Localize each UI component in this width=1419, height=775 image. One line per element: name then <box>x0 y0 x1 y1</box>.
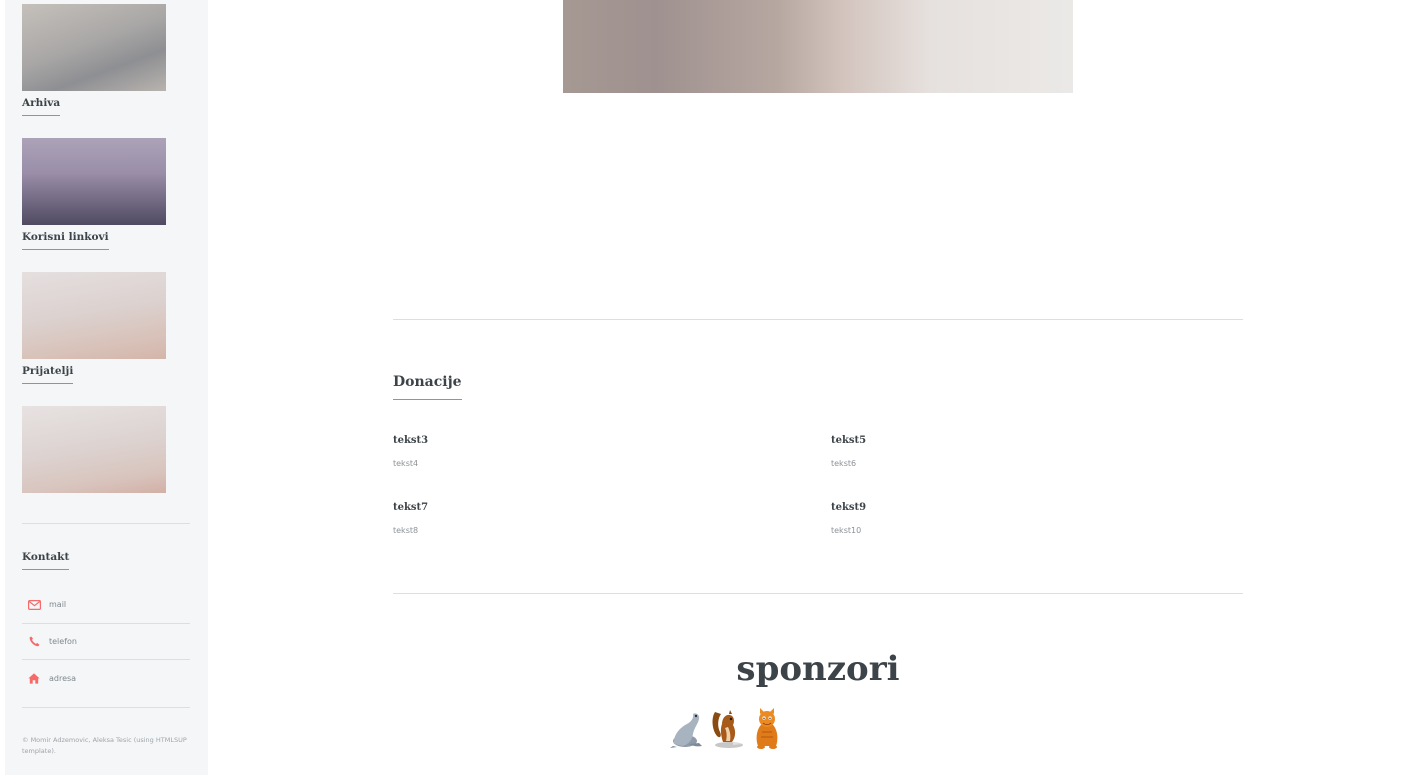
feature-title: tekst5 <box>831 435 867 446</box>
feature-text: tekst6 <box>831 459 857 468</box>
feature-text: tekst8 <box>393 526 419 535</box>
divider <box>22 523 190 524</box>
feature-title: tekst9 <box>831 502 867 513</box>
mini-post-link[interactable]: Prijatelji <box>22 365 73 377</box>
squirrel-icon[interactable] <box>709 706 745 750</box>
feature-item: tekst9 tekst10 <box>831 500 1211 535</box>
sponsors-heading: sponzori <box>736 649 900 689</box>
mini-post-image[interactable] <box>22 4 166 91</box>
envelope-icon <box>25 598 43 612</box>
contact-item-mail: mail <box>22 587 190 624</box>
feature-item: tekst5 tekst6 <box>831 433 1211 468</box>
feature-item: tekst7 tekst8 <box>393 500 773 535</box>
donations-heading: Donacije <box>393 374 462 400</box>
mini-post-untitled <box>22 406 166 493</box>
mini-post-title: Prijatelji <box>22 365 74 384</box>
feature-text: tekst4 <box>393 459 419 468</box>
mini-post-korisni-linkovi: Korisni linkovi <box>22 138 166 250</box>
contact-heading: Kontakt <box>22 551 70 570</box>
divider <box>393 593 1243 594</box>
cat-icon[interactable] <box>749 706 785 750</box>
mini-post-title: Korisni linkovi <box>22 231 109 250</box>
mini-post-link[interactable]: Korisni linkovi <box>22 231 109 243</box>
banner-image <box>563 0 1073 93</box>
feature-item: tekst3 tekst4 <box>393 433 773 468</box>
phone-icon <box>25 634 43 648</box>
feature-title: tekst7 <box>393 502 429 513</box>
mini-post-image[interactable] <box>22 138 166 225</box>
seal-icon[interactable] <box>669 706 705 750</box>
sponsor-logos <box>669 706 785 750</box>
divider <box>22 707 190 708</box>
mini-post-prijatelji: Prijatelji <box>22 272 166 384</box>
contact-phone-label[interactable]: telefon <box>49 637 77 646</box>
contact-mail-label[interactable]: mail <box>49 600 66 609</box>
feature-title: tekst3 <box>393 435 429 446</box>
feature-text: tekst10 <box>831 526 862 535</box>
mini-post-title: Arhiva <box>22 97 61 116</box>
mini-post-image[interactable] <box>22 406 166 493</box>
copyright: © Momir Adzemovic, Aleksa Tesic (using H… <box>22 736 187 755</box>
divider <box>393 319 1243 320</box>
mini-post-image[interactable] <box>22 272 166 359</box>
mini-post-arhiva: Arhiva <box>22 4 166 116</box>
mini-post-link[interactable]: Arhiva <box>22 97 60 109</box>
